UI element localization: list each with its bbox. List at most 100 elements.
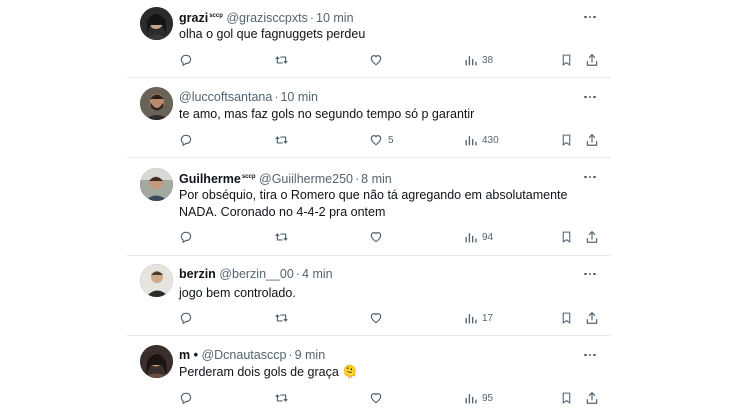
user-handle[interactable]: @luccoftsantana bbox=[179, 90, 272, 104]
view-count: 17 bbox=[482, 312, 494, 324]
tweet-text: olha o gol que fagnuggets perdeu bbox=[179, 27, 366, 41]
share-button[interactable] bbox=[585, 132, 599, 148]
user-handle[interactable]: @Dcnautasccp bbox=[201, 348, 286, 362]
tweet[interactable]: berzin @berzin__00 · 4 min jogo bem contro… bbox=[127, 256, 611, 336]
bookmark-icon bbox=[562, 312, 571, 324]
like-button[interactable]: 5 bbox=[369, 132, 394, 148]
bookmark-button[interactable] bbox=[560, 52, 573, 68]
retweet-button[interactable] bbox=[274, 390, 294, 406]
avatar[interactable] bbox=[140, 345, 173, 378]
timestamp[interactable]: 8 min bbox=[361, 172, 392, 186]
bookmark-icon bbox=[562, 134, 571, 146]
heart-icon bbox=[370, 135, 382, 146]
views-button[interactable]: 95 bbox=[464, 390, 493, 406]
bookmark-button[interactable] bbox=[560, 132, 573, 148]
bookmark-button[interactable] bbox=[560, 390, 573, 406]
bookmark-button[interactable] bbox=[560, 310, 573, 326]
retweet-button[interactable] bbox=[274, 52, 294, 68]
reply-button[interactable] bbox=[179, 229, 198, 245]
retweet-icon bbox=[275, 394, 288, 402]
heart-icon bbox=[370, 393, 382, 404]
more-icon[interactable] bbox=[582, 12, 598, 22]
more-icon[interactable] bbox=[582, 172, 598, 182]
tweet[interactable]: grazisccp @grazisccpxts · 10 min olha o go… bbox=[127, 0, 611, 78]
separator: · bbox=[274, 90, 279, 104]
tweet-actions: 95 bbox=[127, 390, 611, 406]
bar-chart-icon bbox=[465, 55, 477, 65]
like-button[interactable] bbox=[369, 52, 388, 68]
more-icon[interactable] bbox=[582, 350, 598, 360]
retweet-icon bbox=[275, 314, 288, 322]
view-count: 430 bbox=[482, 134, 499, 146]
reply-button[interactable] bbox=[179, 310, 198, 326]
reply-icon bbox=[180, 312, 192, 325]
retweet-button[interactable] bbox=[274, 132, 294, 148]
like-count: 5 bbox=[388, 134, 394, 146]
reply-button[interactable] bbox=[179, 52, 198, 68]
name-badge: sccp bbox=[241, 174, 256, 180]
views-button[interactable]: 94 bbox=[464, 229, 493, 245]
timestamp[interactable]: 4 min bbox=[302, 267, 333, 281]
retweet-icon bbox=[275, 233, 288, 241]
share-icon bbox=[586, 311, 598, 324]
bookmark-icon bbox=[562, 392, 571, 404]
tweet-header: @luccoftsantana · 10 min bbox=[179, 90, 571, 105]
like-button[interactable] bbox=[369, 229, 388, 245]
tweet[interactable]: m • @Dcnautasccp · 9 min Perderam dois gol… bbox=[127, 336, 611, 416]
tweet-actions: 5 430 bbox=[127, 132, 611, 148]
tweet-text: jogo bem controlado. bbox=[179, 286, 296, 300]
share-button[interactable] bbox=[585, 310, 599, 326]
tweet[interactable]: Guilhermesccp @Guiilherme250 · 8 min Por o… bbox=[127, 158, 611, 256]
reply-button[interactable] bbox=[179, 390, 198, 406]
bookmark-button[interactable] bbox=[560, 229, 573, 245]
timestamp[interactable]: 9 min bbox=[295, 348, 326, 362]
avatar[interactable] bbox=[140, 87, 173, 120]
tweet-header: berzin @berzin__00 · 4 min bbox=[179, 267, 571, 282]
bookmark-icon bbox=[562, 54, 571, 66]
name-badge: sccp bbox=[209, 13, 223, 19]
tweet-actions: 94 bbox=[127, 229, 611, 245]
share-button[interactable] bbox=[585, 52, 599, 68]
more-icon[interactable] bbox=[582, 92, 598, 102]
view-count: 38 bbox=[482, 54, 494, 66]
tweet-header: Guilhermesccp @Guiilherme250 · 8 min bbox=[179, 170, 571, 187]
display-name[interactable]: Guilherme bbox=[179, 172, 241, 186]
tweet-text: Por obséquio, tira o Romero que não tá a… bbox=[179, 188, 568, 219]
display-name[interactable]: grazi bbox=[179, 11, 208, 25]
like-button[interactable] bbox=[369, 390, 388, 406]
avatar[interactable] bbox=[140, 168, 173, 201]
tweet-actions: 38 bbox=[127, 52, 611, 68]
avatar[interactable] bbox=[140, 264, 173, 297]
separator: · bbox=[295, 267, 301, 281]
views-button[interactable]: 38 bbox=[464, 52, 493, 68]
display-name[interactable]: berzin bbox=[179, 267, 216, 281]
views-button[interactable]: 430 bbox=[464, 132, 499, 148]
user-handle[interactable]: @grazisccpxts bbox=[226, 11, 307, 25]
retweet-button[interactable] bbox=[274, 229, 294, 245]
tweet[interactable]: @luccoftsantana · 10 min te amo, mas faz g… bbox=[127, 78, 611, 158]
more-icon[interactable] bbox=[582, 269, 598, 279]
like-button[interactable] bbox=[369, 310, 388, 326]
share-button[interactable] bbox=[585, 390, 599, 406]
reply-icon bbox=[180, 231, 192, 244]
views-button[interactable]: 17 bbox=[464, 310, 493, 326]
user-handle[interactable]: @berzin__00 bbox=[219, 267, 294, 281]
bar-chart-icon bbox=[465, 232, 477, 242]
reply-button[interactable] bbox=[179, 132, 198, 148]
user-handle[interactable]: @Guiilherme250 bbox=[259, 172, 353, 186]
display-name[interactable]: m • bbox=[179, 348, 198, 362]
retweet-button[interactable] bbox=[274, 310, 294, 326]
avatar[interactable] bbox=[140, 7, 173, 40]
view-count: 94 bbox=[482, 231, 494, 243]
timestamp[interactable]: 10 min bbox=[280, 90, 318, 104]
share-button[interactable] bbox=[585, 229, 599, 245]
tweet-text: te amo, mas faz gols no segundo tempo só… bbox=[179, 107, 475, 121]
separator: · bbox=[309, 11, 314, 26]
reply-icon bbox=[180, 392, 192, 405]
timestamp[interactable]: 10 min bbox=[316, 11, 354, 25]
bar-chart-icon bbox=[465, 393, 477, 403]
separator: · bbox=[288, 348, 293, 362]
tweet-actions: 17 bbox=[127, 310, 611, 326]
reply-icon bbox=[180, 54, 192, 67]
view-count: 95 bbox=[482, 392, 494, 404]
